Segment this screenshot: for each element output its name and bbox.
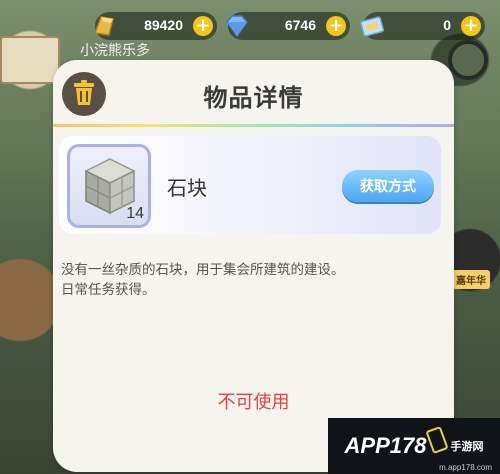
add-gold-button[interactable]: + — [193, 16, 213, 36]
gold-value: 89420 — [144, 17, 183, 33]
item-quantity: 14 — [126, 205, 144, 222]
background-text: 小浣熊乐多 — [80, 43, 150, 59]
page-title: 物品详情 — [203, 84, 304, 112]
obtain-method-button[interactable]: 获取方式 — [342, 170, 434, 202]
item-card: 14 石块 获取方式 — [59, 136, 441, 234]
add-diamond-button[interactable]: + — [326, 16, 346, 36]
diamond-value: 6746 — [284, 17, 316, 33]
header-divider — [53, 124, 454, 127]
currency-diamond: 6746 + — [226, 12, 350, 40]
description-line-1: 没有一丝杂质的石块，用于集会所建筑的建设。 — [61, 262, 345, 278]
item-detail-panel: 物品详情 14 石块 获取方式 没有一丝杂质的石块，用于集会所建筑的建设。 日常… — [53, 60, 454, 472]
item-name: 石块 — [167, 176, 207, 200]
item-description: 没有一丝杂质的石块，用于集会所建筑的建设。 日常任务获得。 — [61, 260, 441, 300]
phone-icon — [425, 425, 450, 455]
watermark-url: m.app178.com — [439, 463, 492, 472]
currency-gold: 89420 + — [93, 12, 217, 40]
ticket-value: 0 — [443, 17, 451, 33]
watermark-main: APP178 — [344, 433, 427, 458]
background-sign — [0, 36, 60, 84]
ticket-icon — [357, 11, 387, 41]
add-ticket-button[interactable]: + — [461, 16, 481, 36]
unusable-status: 不可使用 — [217, 392, 290, 413]
background-tag: 嘉年华 — [452, 270, 490, 289]
currency-bar: 89420 + 6746 + 0 + — [0, 12, 500, 42]
diamond-icon — [222, 11, 252, 41]
gold-bar-icon — [89, 11, 119, 41]
item-slot[interactable]: 14 — [67, 144, 151, 228]
description-line-2: 日常任务获得。 — [61, 282, 156, 298]
currency-ticket: 0 + — [360, 12, 485, 40]
background-ring — [448, 40, 488, 80]
watermark-sub: 手游网 — [450, 441, 484, 453]
